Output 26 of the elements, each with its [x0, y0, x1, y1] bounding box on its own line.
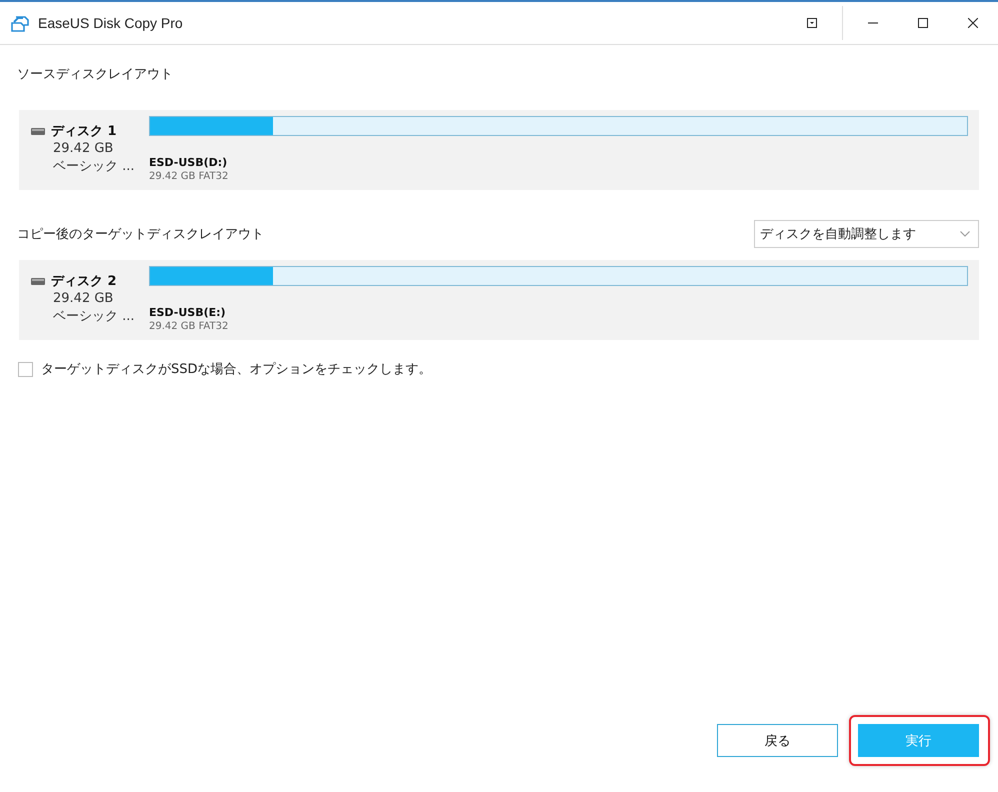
partition-label: ESD-USB(D:): [149, 156, 228, 169]
close-icon: [968, 18, 978, 28]
ssd-option-label: ターゲットディスクがSSDな場合、オプションをチェックします。: [41, 361, 432, 378]
disk-size: 29.42 GB: [53, 290, 114, 308]
drive-icon: [31, 278, 45, 284]
disk-size: 29.42 GB: [53, 140, 114, 158]
ssd-checkbox[interactable]: [18, 362, 33, 376]
drive-icon: [31, 128, 45, 134]
resize-dropdown[interactable]: ディスクを自動調整します: [754, 220, 979, 248]
pin-icon: [807, 18, 817, 28]
back-button[interactable]: 戻る: [717, 724, 838, 757]
disk-type: ベーシック ...: [53, 158, 136, 176]
disk-name: ディスク 2: [51, 273, 117, 290]
partition-bar[interactable]: [149, 266, 968, 286]
maximize-icon: [918, 18, 928, 28]
section-heading: コピー後のターゲットディスクレイアウト: [17, 226, 264, 243]
chevron-icon: [960, 231, 970, 237]
disk-name: ディスク 1: [51, 123, 117, 140]
partition-label: ESD-USB(E:): [149, 306, 227, 319]
partition-bar[interactable]: [149, 116, 968, 136]
partition-detail: 29.42 GB FAT32: [149, 171, 230, 182]
section-heading: ソースディスクレイアウト: [17, 66, 174, 83]
partition-detail: 29.42 GB FAT32: [149, 321, 230, 332]
window-title: EaseUS Disk Copy Pro: [38, 15, 183, 31]
disk-type: ベーシック ...: [53, 308, 136, 326]
app-logo-icon: [10, 14, 30, 32]
